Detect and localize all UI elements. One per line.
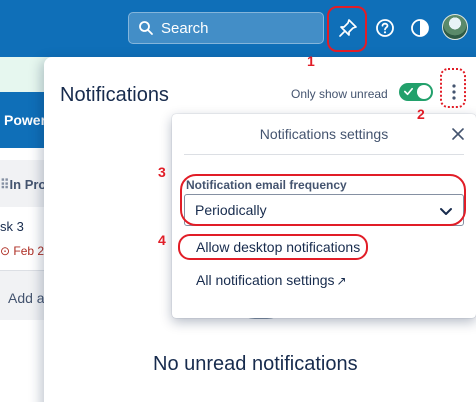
column-title: ⠿In Pro <box>0 177 47 192</box>
empty-state-text: No unread notifications <box>153 353 358 375</box>
check-icon <box>404 87 413 96</box>
annotation-outline-1 <box>327 6 367 52</box>
help-icon[interactable] <box>370 13 400 43</box>
task-name: sk 3 <box>0 219 24 234</box>
theme-icon[interactable] <box>405 13 435 43</box>
search-placeholder: Search <box>161 19 209 37</box>
only-show-unread-label: Only show unread <box>291 87 388 101</box>
divider <box>184 154 464 155</box>
search-icon <box>139 21 153 35</box>
search-field[interactable]: Search <box>128 12 324 44</box>
top-navigation-bar: Search <box>0 0 476 57</box>
toggle-knob <box>417 85 431 99</box>
external-link-icon: ↗ <box>336 274 347 288</box>
all-notification-settings-link[interactable]: All notification settings ↗ <box>196 272 347 288</box>
annotation-number-3: 3 <box>158 164 166 180</box>
avatar[interactable] <box>442 14 468 40</box>
drag-handle-icon: ⠿ <box>0 177 10 192</box>
only-show-unread-toggle[interactable] <box>399 83 433 101</box>
annotation-outline-3 <box>180 174 466 226</box>
annotation-outline-2 <box>440 68 466 108</box>
add-card-button[interactable]: Add a <box>8 290 45 306</box>
settings-title: Notifications settings <box>259 126 389 142</box>
clock-icon: ⊙ <box>0 244 14 258</box>
close-icon[interactable] <box>450 126 466 142</box>
annotation-number-2: 2 <box>417 106 425 122</box>
annotation-outline-4 <box>178 234 368 260</box>
annotation-number-1: 1 <box>307 53 315 69</box>
panel-title: Notifications <box>60 84 169 106</box>
annotation-number-4: 4 <box>158 232 166 248</box>
